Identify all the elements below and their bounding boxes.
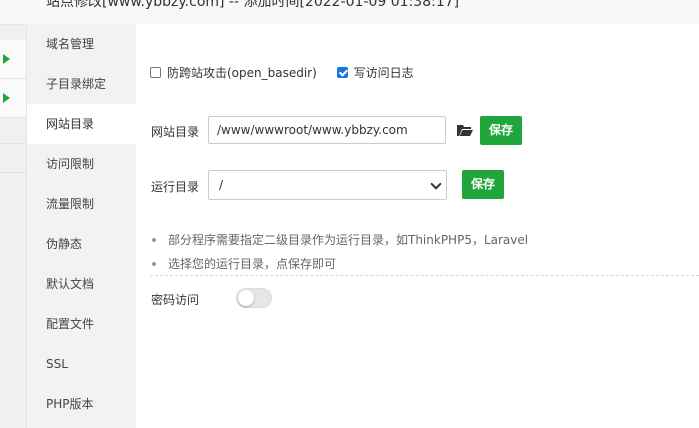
password-access-label: 密码访问 (151, 293, 200, 307)
background-divider (0, 143, 26, 144)
tips-list: 部分程序需要指定二级目录作为运行目录，如ThinkPHP5，Laravel 选择… (150, 228, 699, 276)
chevron-down-icon (430, 178, 442, 190)
site-dir-panel: 防跨站攻击(open_basedir) 写访问日志 网站目录 保存 运行目录 /… (136, 24, 699, 428)
sidebar-item-config-file[interactable]: 配置文件 (27, 304, 136, 344)
sidebar-item-site-dir[interactable]: 网站目录 (27, 104, 136, 144)
dialog-titlebar[interactable]: 站点修改[www.ybbzy.com] -- 添加时间[2022-01-09 0… (0, 0, 699, 25)
run-dir-select[interactable]: / (208, 170, 447, 200)
anti-xss-label: 防跨站攻击(open_basedir) (167, 66, 317, 80)
run-dir-label: 运行目录 (151, 180, 200, 194)
dialog-title: 站点修改[www.ybbzy.com] -- 添加时间[2022-01-09 0… (46, 0, 460, 10)
anti-xss-checkbox[interactable]: 防跨站攻击(open_basedir) (150, 64, 317, 81)
password-access-toggle[interactable] (236, 288, 272, 308)
play-icon (3, 54, 10, 64)
dashed-divider (150, 275, 699, 276)
access-log-checkbox[interactable]: 写访问日志 (336, 64, 414, 81)
background-row (0, 79, 26, 118)
background-divider (0, 172, 26, 173)
sidebar-item-rewrite[interactable]: 伪静态 (27, 224, 136, 264)
sidebar-item-default-doc[interactable]: 默认文档 (27, 264, 136, 304)
run-dir-selected-value: / (219, 178, 224, 192)
options-row: 防跨站攻击(open_basedir) 写访问日志 (150, 64, 430, 82)
sidebar-item-traffic-limit[interactable]: 流量限制 (27, 184, 136, 224)
sidebar-item-access-limit[interactable]: 访问限制 (27, 144, 136, 184)
sidebar: 域名管理 子目录绑定 网站目录 访问限制 流量限制 伪静态 默认文档 配置文件 … (27, 24, 136, 428)
sidebar-item-ssl[interactable]: SSL (27, 344, 136, 384)
save-site-dir-button[interactable]: 保存 (480, 116, 523, 145)
checkbox-unchecked-icon[interactable] (150, 67, 161, 78)
play-icon (3, 93, 10, 103)
list-item: 选择您的运行目录，点保存即可 (150, 252, 699, 276)
folder-open-icon[interactable] (457, 123, 473, 137)
save-run-dir-button[interactable]: 保存 (462, 170, 505, 199)
sidebar-item-php-version[interactable]: PHP版本 (27, 384, 136, 424)
background-page (0, 0, 27, 428)
sidebar-item-domain[interactable]: 域名管理 (27, 24, 136, 64)
site-dir-label: 网站目录 (151, 125, 200, 139)
list-item: 部分程序需要指定二级目录作为运行目录，如ThinkPHP5，Laravel (150, 228, 699, 252)
access-log-label: 写访问日志 (353, 66, 414, 80)
sidebar-item-subdir[interactable]: 子目录绑定 (27, 64, 136, 104)
toggle-knob (238, 290, 254, 306)
background-row (0, 40, 26, 79)
site-dir-input[interactable] (208, 116, 446, 144)
checkbox-checked-icon[interactable] (336, 67, 348, 78)
